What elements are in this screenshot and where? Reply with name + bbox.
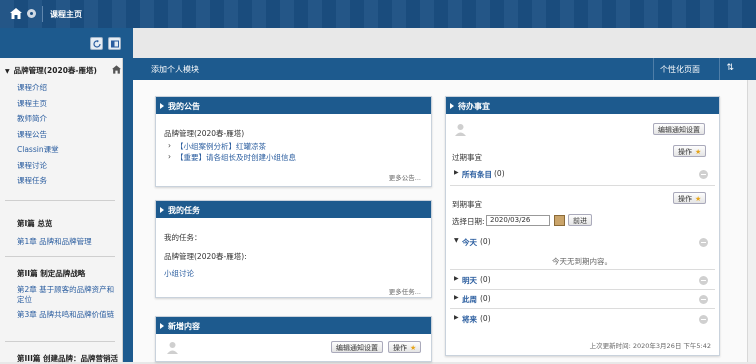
sidebar-item-home[interactable]: 课程主页 bbox=[17, 98, 59, 114]
top-bar: 课程主页 bbox=[0, 0, 756, 28]
actions-label: 操作 bbox=[678, 195, 692, 203]
all-items-count: (0) bbox=[494, 169, 505, 178]
sidebar-item-discussion[interactable]: 课程讨论 bbox=[17, 160, 59, 176]
panel-title[interactable]: 待办事宜 bbox=[446, 97, 719, 114]
course-sidebar: ▼ 品牌管理(2020春-雁塔) 课程介绍 课程主页 教师简介 课程公告 Clas… bbox=[0, 58, 123, 363]
last-updated-text: 上次更新时间: 2020年3月26日 下午5:42 bbox=[589, 342, 711, 350]
divider bbox=[450, 308, 715, 309]
panel-title[interactable]: 我的公告 bbox=[156, 97, 431, 114]
no-due-message: 今天无到期内容。 bbox=[552, 257, 612, 266]
overdue-heading: 过期事宜 bbox=[452, 153, 482, 162]
announcements-panel: 我的公告 品牌管理(2020春-雁塔) › 【小组案例分析】红罐凉茶 › 【重要… bbox=[155, 96, 432, 187]
announcement-link[interactable]: 【重要】请各组长及时创建小组信息 bbox=[176, 152, 296, 163]
page-title: 课程主页 bbox=[50, 10, 82, 19]
actions-button[interactable]: 操作 ★ bbox=[673, 192, 707, 204]
divider bbox=[450, 185, 715, 186]
edit-notification-settings-button[interactable]: 编辑通知设置 bbox=[653, 123, 705, 135]
decorative-strip bbox=[123, 28, 133, 362]
expand-icon[interactable]: ▶ bbox=[454, 275, 459, 282]
dismiss-icon[interactable] bbox=[699, 170, 708, 179]
actions-button[interactable]: 操作 ★ bbox=[673, 145, 707, 157]
new-content-panel: 新增内容 编辑通知设置 操作 ★ bbox=[155, 316, 432, 362]
sidebar-item-teacher[interactable]: 教师简介 bbox=[17, 113, 59, 129]
home-icon[interactable] bbox=[10, 8, 22, 19]
today-count: (0) bbox=[480, 237, 491, 246]
add-module-button[interactable]: 添加个人模块 bbox=[151, 64, 199, 75]
section-heading: 第III篇 创建品牌：品牌营销活 bbox=[17, 354, 118, 363]
dismiss-icon[interactable] bbox=[699, 238, 708, 247]
announcement-course: 品牌管理(2020春-雁塔) bbox=[164, 129, 245, 138]
announcement-link[interactable]: 【小组案例分析】红罐凉茶 bbox=[176, 141, 266, 152]
panel-title[interactable]: 新增内容 bbox=[156, 317, 431, 334]
expand-icon[interactable]: ▶ bbox=[454, 169, 459, 176]
personalize-page-button[interactable]: 个性化页面 bbox=[660, 64, 700, 75]
more-tasks-link[interactable]: 更多任务... bbox=[389, 286, 421, 296]
this-week-count: (0) bbox=[480, 294, 491, 303]
section-link[interactable]: 第2章 基于顾客的品牌资产和定位 bbox=[17, 285, 117, 305]
dismiss-icon[interactable] bbox=[699, 295, 708, 304]
divider bbox=[42, 6, 43, 22]
date-input[interactable]: 2020/03/26 bbox=[486, 215, 550, 226]
task-link[interactable]: 小组讨论 bbox=[164, 268, 194, 279]
all-items-toggle[interactable]: 所有条目 bbox=[462, 169, 492, 180]
sidebar-item-intro[interactable]: 课程介绍 bbox=[17, 82, 59, 98]
go-button[interactable]: 前进 bbox=[568, 214, 592, 226]
scrollbar[interactable] bbox=[747, 80, 756, 362]
select-date-label: 选择日期: bbox=[452, 217, 485, 226]
sidebar-item-announcements[interactable]: 课程公告 bbox=[17, 129, 59, 145]
divider bbox=[5, 341, 115, 342]
dismiss-icon[interactable] bbox=[699, 315, 708, 324]
this-week-toggle[interactable]: 此周 bbox=[462, 294, 477, 305]
tasks-label: 我的任务： bbox=[164, 233, 202, 242]
more-announcements-link[interactable]: 更多公告... bbox=[389, 172, 421, 182]
upcoming-heading: 到期事宜 bbox=[452, 200, 482, 209]
divider bbox=[719, 58, 720, 80]
tomorrow-toggle[interactable]: 明天 bbox=[462, 275, 477, 286]
divider bbox=[5, 200, 115, 201]
course-heading[interactable]: ▼ 品牌管理(2020春-雁塔) bbox=[5, 65, 97, 76]
sort-icon[interactable]: ⇅ bbox=[726, 63, 734, 73]
star-icon: ★ bbox=[695, 148, 702, 156]
section-link[interactable]: 第1章 品牌和品牌管理 bbox=[17, 236, 92, 247]
tasks-panel: 我的任务 我的任务： 品牌管理(2020春-雁塔): 小组讨论 更多任务... bbox=[155, 200, 432, 298]
dismiss-icon[interactable] bbox=[699, 276, 708, 285]
avatar-icon bbox=[455, 124, 466, 136]
bullet-icon: › bbox=[168, 141, 171, 150]
collapse-triangle-icon: ▼ bbox=[5, 68, 10, 75]
section-heading: 第II篇 制定品牌战略 bbox=[17, 269, 86, 278]
sidebar-item-tasks[interactable]: 课程任务 bbox=[17, 175, 59, 191]
section-link[interactable]: 第3章 品牌共鸣和品牌价值链 bbox=[17, 310, 117, 320]
expand-icon[interactable]: ▶ bbox=[454, 294, 459, 301]
expand-icon[interactable]: ▶ bbox=[454, 314, 459, 321]
main-toolbar: 添加个人模块 个性化页面 ⇅ bbox=[133, 58, 756, 80]
divider bbox=[450, 289, 715, 290]
actions-label: 操作 bbox=[678, 148, 692, 156]
future-toggle[interactable]: 将来 bbox=[462, 314, 477, 325]
edit-notification-settings-button[interactable]: 编辑通知设置 bbox=[331, 341, 383, 353]
calendar-icon[interactable] bbox=[554, 215, 565, 226]
tasks-course: 品牌管理(2020春-雁塔): bbox=[164, 252, 247, 261]
course-home-icon[interactable] bbox=[112, 65, 121, 74]
collapse-sidebar-icon[interactable] bbox=[108, 37, 121, 50]
section-heading: 第I篇 总览 bbox=[17, 219, 53, 228]
menu-toggle-icon[interactable] bbox=[27, 9, 36, 18]
actions-button[interactable]: 操作 ★ bbox=[388, 341, 422, 353]
divider bbox=[653, 58, 654, 80]
actions-label: 操作 bbox=[393, 344, 407, 352]
future-count: (0) bbox=[480, 314, 491, 323]
collapse-icon[interactable]: ▼ bbox=[454, 237, 459, 244]
course-menu: 课程介绍 课程主页 教师简介 课程公告 Classin课堂 课程讨论 课程任务 bbox=[17, 82, 59, 191]
star-icon: ★ bbox=[410, 344, 417, 352]
bullet-icon: › bbox=[168, 152, 171, 161]
sidebar-item-classin[interactable]: Classin课堂 bbox=[17, 144, 59, 160]
star-icon: ★ bbox=[695, 195, 702, 203]
todo-panel: 待办事宜 编辑通知设置 操作 ★ 过期事宜 ▶ 所有条目 (0) 操作 ★ 到期事宜… bbox=[445, 96, 720, 356]
divider bbox=[5, 256, 115, 257]
tomorrow-count: (0) bbox=[480, 275, 491, 284]
avatar-icon bbox=[167, 342, 178, 354]
divider bbox=[450, 269, 715, 270]
panel-title[interactable]: 我的任务 bbox=[156, 201, 431, 218]
refresh-icon[interactable] bbox=[90, 37, 103, 50]
today-toggle[interactable]: 今天 bbox=[462, 237, 477, 248]
